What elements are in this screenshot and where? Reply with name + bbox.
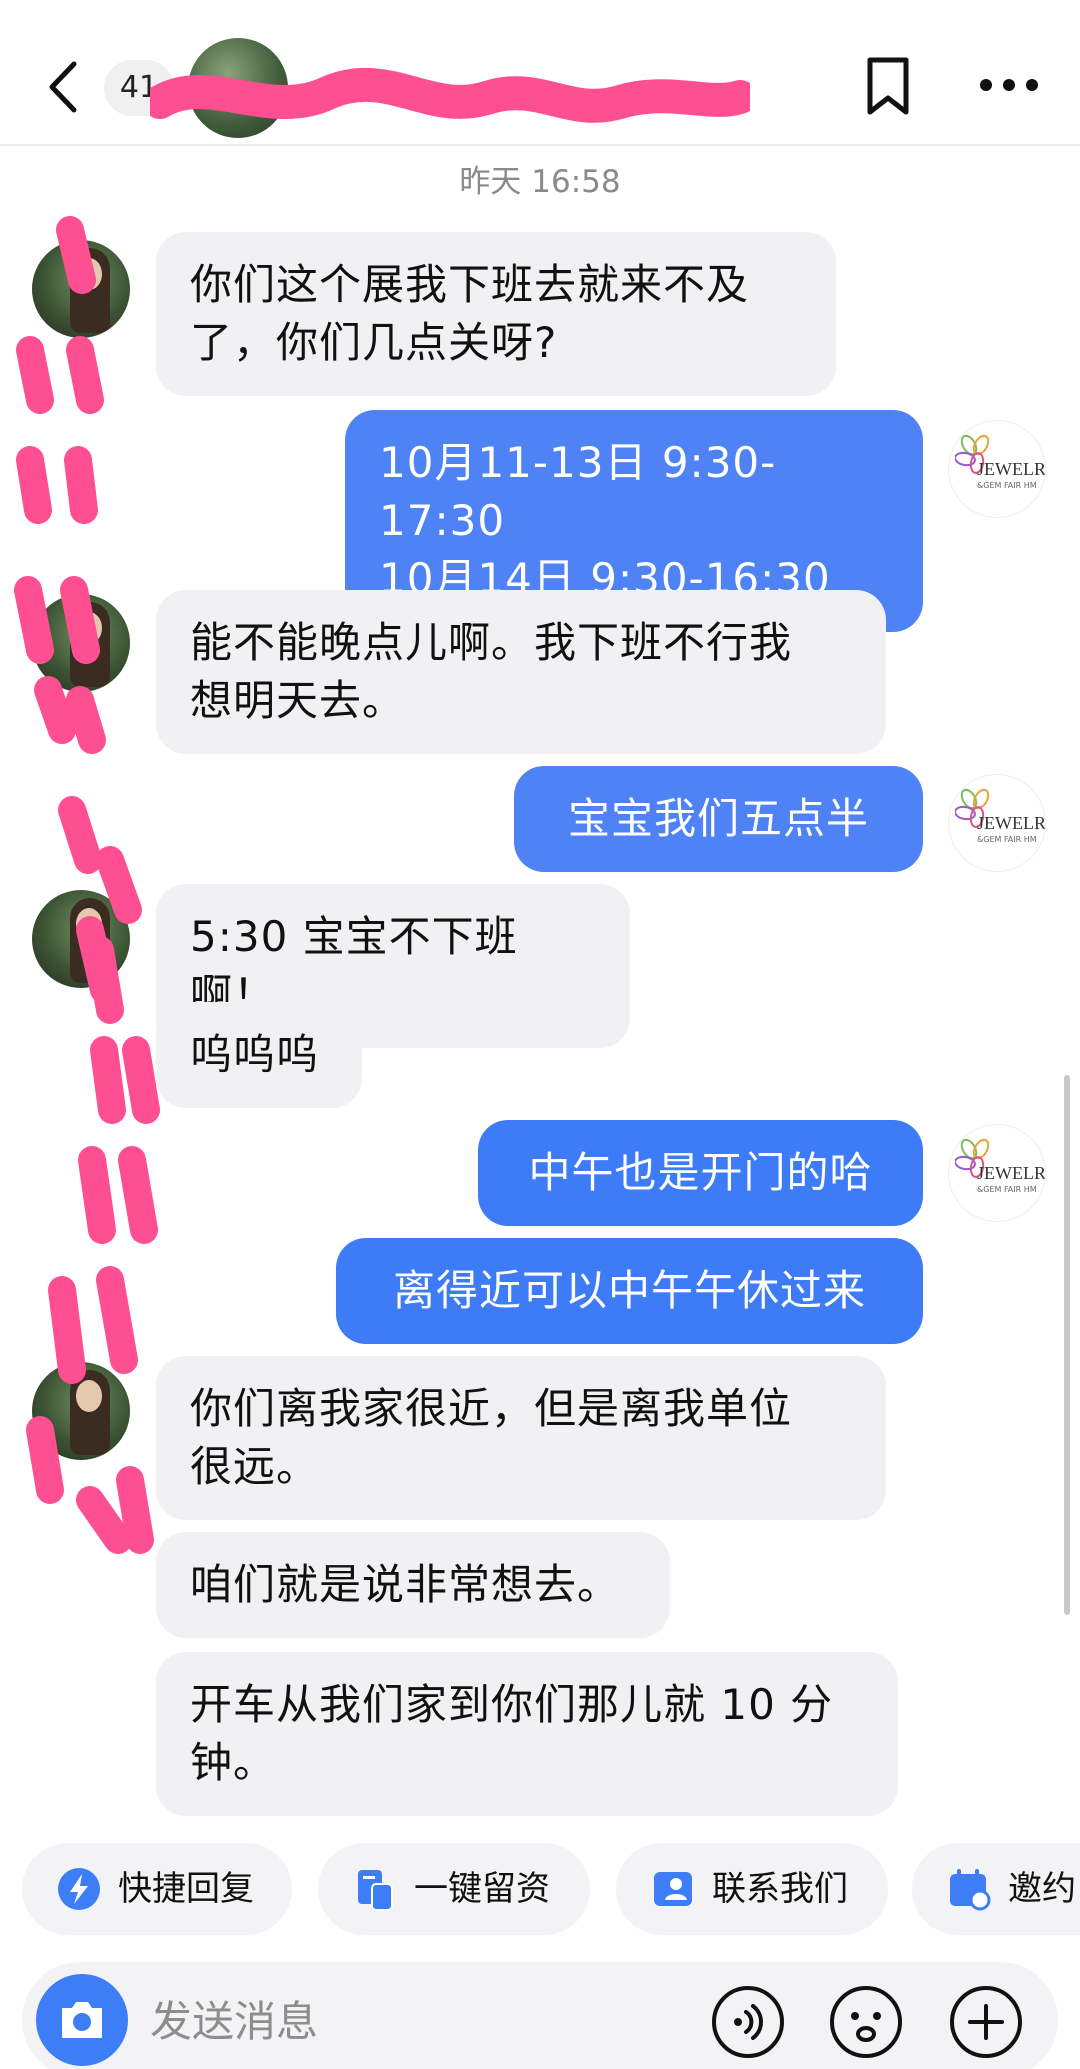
plus-icon[interactable] [948,1984,1024,2060]
back-button[interactable] [40,52,90,122]
form-icon [358,1870,393,1911]
message-line: 你们离我家很近，但是离我单位 [190,1384,793,1433]
brand-subtitle: &GEM FAIR HM [977,835,1037,844]
camera-button[interactable] [36,1974,128,2066]
chevron-left-icon [49,61,77,113]
message-input-bar: 发送消息 [22,1962,1058,2069]
message-line: 宝宝我们五点半 [567,794,869,843]
message-line: 离得近可以中午午休过来 [392,1266,866,1315]
chat-header: 41 ... [0,0,1080,146]
message-line: 了，你们几点关呀? [190,318,558,367]
incoming-message[interactable]: 呜呜呜 [156,1002,362,1108]
quick-actions-row: 快捷回复 一键留资 联系我们 邀约 [0,1843,1080,1935]
scrollbar[interactable] [1064,1075,1070,1615]
brand-avatar[interactable]: JEWELR &GEM FAIR HM [948,420,1046,518]
invite-chip[interactable]: 邀约 [912,1843,1080,1935]
quick-reply-chip[interactable]: 快捷回复 [22,1843,292,1935]
chip-label: 邀约 [1008,1869,1076,1909]
incoming-message[interactable]: 咱们就是说非常想去。 [156,1532,670,1638]
camera-icon [62,2002,102,2038]
contact-us-chip[interactable]: 联系我们 [616,1843,888,1935]
contact-avatar-small[interactable] [32,594,130,692]
message-line: 中午也是开门的哈 [528,1148,873,1197]
brand-name: JEWELR [977,813,1046,833]
brand-subtitle: &GEM FAIR HM [977,481,1037,490]
message-input[interactable]: 发送消息 [150,1988,318,2049]
brand-avatar[interactable]: JEWELR &GEM FAIR HM [948,1124,1046,1222]
contact-avatar-small[interactable] [32,890,130,988]
chip-label: 联系我们 [712,1869,848,1909]
incoming-message[interactable]: 能不能晚点儿啊。我下班不行我 想明天去。 [156,590,886,754]
more-button[interactable] [974,70,1044,100]
message-line: 呜呜呜 [190,1030,320,1079]
message-line: 想明天去。 [190,676,406,725]
chip-label: 快捷回复 [118,1869,254,1909]
bookmark-button[interactable] [858,54,918,118]
brand-subtitle: &GEM FAIR HM [977,1185,1037,1194]
chip-label: 一键留资 [414,1869,550,1909]
incoming-message[interactable]: 你们离我家很近，但是离我单位 很远。 [156,1356,886,1520]
message-line: 咱们就是说非常想去。 [190,1560,621,1609]
contact-icon [654,1872,692,1906]
outgoing-message[interactable]: 宝宝我们五点半 [514,766,923,872]
outgoing-message[interactable]: 离得近可以中午午休过来 [336,1238,923,1344]
outgoing-message[interactable]: 中午也是开门的哈 [478,1120,923,1226]
message-line: 开车从我们家到你们那儿就 10 分 [190,1680,834,1729]
more-icon [980,79,1038,91]
name-redaction [150,67,750,123]
brand-avatar[interactable]: JEWELR &GEM FAIR HM [948,774,1046,872]
message-line: 能不能晚点儿啊。我下班不行我 [190,618,793,667]
contact-avatar-small[interactable] [32,240,130,338]
message-line: 钟。 [190,1738,277,1787]
calendar-icon [950,1869,991,1911]
voice-icon[interactable] [710,1984,786,2060]
one-click-lead-chip[interactable]: 一键留资 [318,1843,590,1935]
message-line: 你们这个展我下班去就来不及 [190,260,750,309]
emoji-icon[interactable] [828,1984,904,2060]
message-line: 很远。 [190,1442,320,1491]
bookmark-icon [867,57,909,115]
brand-name: JEWELR [977,459,1046,479]
lightning-icon [58,1868,100,1910]
message-timestamp: 昨天 16:58 [459,164,621,200]
message-line: 10月11-13日 9:30-17:30 [379,438,777,545]
incoming-message[interactable]: 开车从我们家到你们那儿就 10 分 钟。 [156,1652,898,1816]
incoming-message[interactable]: 你们这个展我下班去就来不及 了，你们几点关呀? [156,232,836,396]
contact-avatar-small[interactable] [32,1362,130,1460]
brand-name: JEWELR [977,1163,1046,1183]
